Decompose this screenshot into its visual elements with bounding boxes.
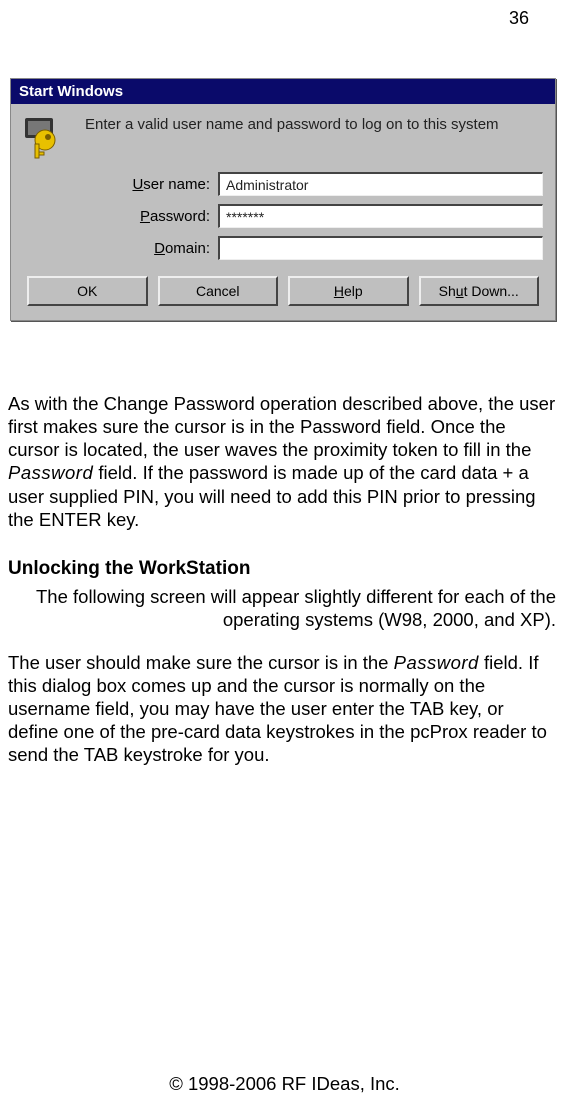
shutdown-button[interactable]: Shut Down...	[419, 276, 540, 306]
help-button[interactable]: Help	[288, 276, 409, 306]
dialog-titlebar: Start Windows	[11, 79, 555, 104]
copyright-footer: © 1998-2006 RF IDeas, Inc.	[0, 1073, 569, 1095]
start-windows-dialog: Start Windows Enter a valid user name an…	[10, 78, 556, 321]
page-number: 36	[509, 8, 529, 29]
username-row: User name:	[113, 172, 543, 196]
password-term: Password	[8, 462, 93, 483]
username-input[interactable]	[218, 172, 543, 196]
password-input[interactable]	[218, 204, 543, 228]
domain-input[interactable]	[218, 236, 543, 260]
cancel-button[interactable]: Cancel	[158, 276, 279, 306]
section-heading: Unlocking the WorkStation	[8, 557, 556, 581]
document-body: As with the Change Password operation de…	[8, 392, 556, 766]
dialog-instruction: Enter a valid user name and password to …	[85, 114, 499, 135]
domain-row: Domain:	[113, 236, 543, 260]
paragraph-1: As with the Change Password operation de…	[8, 392, 556, 531]
username-label: User name:	[113, 176, 218, 193]
paragraph-3: The user should make sure the cursor is …	[8, 651, 556, 767]
keys-icon	[23, 114, 71, 162]
password-term: Password	[394, 652, 479, 673]
password-label: Password:	[113, 208, 218, 225]
paragraph-2: The following screen will appear slightl…	[8, 585, 556, 631]
dialog-body: Enter a valid user name and password to …	[11, 104, 555, 320]
domain-label: Domain:	[113, 240, 218, 257]
password-row: Password:	[113, 204, 543, 228]
dialog-title: Start Windows	[19, 83, 123, 100]
ok-button[interactable]: OK	[27, 276, 148, 306]
